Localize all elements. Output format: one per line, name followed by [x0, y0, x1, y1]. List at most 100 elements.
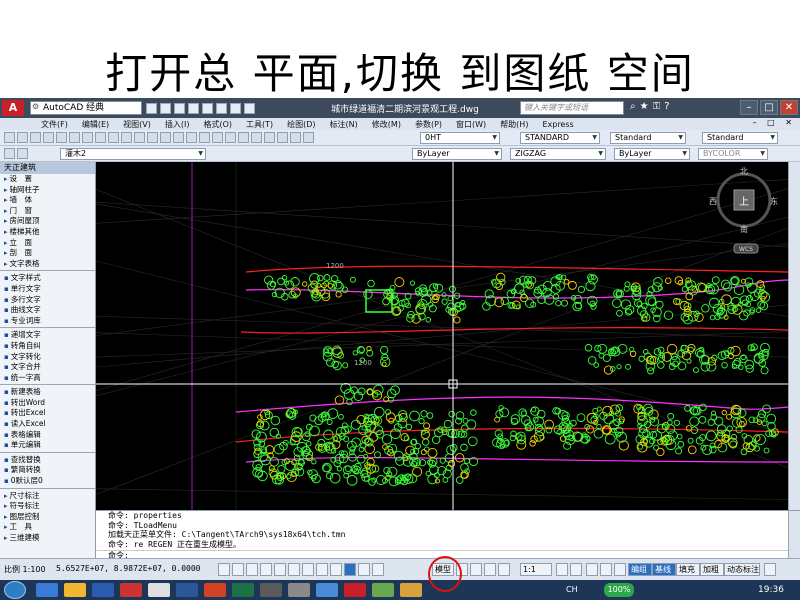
table-style-select[interactable]: Standard [702, 132, 778, 144]
taskbar-app-icon[interactable] [400, 583, 422, 597]
minimize-button[interactable]: – [740, 100, 758, 115]
auto-scale-icon[interactable] [570, 563, 582, 576]
panel-item[interactable]: ▸ 图层控制 [0, 512, 95, 523]
panel-item[interactable]: ▸ 墙 体 [0, 195, 95, 206]
lock-icon[interactable] [600, 563, 612, 576]
start-button[interactable] [4, 581, 26, 599]
workspace-icon[interactable] [586, 563, 598, 576]
menu-file[interactable]: 文件(F) [34, 119, 75, 130]
folder-icon[interactable] [64, 583, 86, 597]
menu-format[interactable]: 格式(O) [196, 119, 239, 130]
close-button[interactable]: ✕ [780, 100, 798, 115]
grid-toggle[interactable] [232, 563, 244, 576]
tool-palette-icon[interactable] [238, 132, 249, 143]
color-select[interactable]: ByLayer [412, 148, 502, 160]
panel-item[interactable]: ▸ 尺寸标注 [0, 491, 95, 502]
paste-icon[interactable] [108, 132, 119, 143]
menu-view[interactable]: 视图(V) [116, 119, 158, 130]
lineweight-select[interactable]: ByLayer [614, 148, 690, 160]
text-style-select[interactable]: STANDARD [520, 132, 600, 144]
menu-edit[interactable]: 编辑(E) [75, 119, 116, 130]
zoom-realtime-icon[interactable] [173, 132, 184, 143]
scale-indicator[interactable]: 比例 1:100 [4, 564, 46, 575]
panel-item[interactable]: ▸ 三维建模 [0, 533, 95, 544]
baseline-toggle[interactable]: 基线 [652, 563, 676, 576]
mdi-controls[interactable]: – □ ✕ [753, 118, 796, 127]
osnap-toggle[interactable] [274, 563, 286, 576]
panel-item[interactable]: ▪ 表格编辑 [0, 430, 95, 441]
qp-toggle[interactable] [358, 563, 370, 576]
panel-item[interactable]: ▸ 轴网柱子 [0, 185, 95, 196]
design-center-icon[interactable] [225, 132, 236, 143]
dim-style-select[interactable]: Standard [610, 132, 686, 144]
taskbar-app-icon[interactable] [316, 583, 338, 597]
key-icon[interactable]: ⚿ [653, 101, 661, 112]
panel-item[interactable]: ▸ 符号标注 [0, 501, 95, 512]
star-icon[interactable]: ★ [640, 101, 649, 112]
panel-item[interactable]: ▪ 新建表格 [0, 387, 95, 398]
calc-icon[interactable] [277, 132, 288, 143]
workspace-select[interactable]: AutoCAD 经典 [30, 101, 142, 115]
command-window[interactable]: 命令: properties 命令: TLoadMenu 加载天正菜单文件: C… [96, 510, 800, 560]
drawing-canvas[interactable]: 1200 1200 上 北 南 东 西 WCS [96, 162, 788, 510]
isolate-icon[interactable] [614, 563, 626, 576]
copy-icon[interactable] [95, 132, 106, 143]
dynamic-dim-toggle[interactable]: 动态标注 [724, 563, 760, 576]
plot-icon[interactable] [43, 132, 54, 143]
taskbar-app-icon[interactable] [260, 583, 282, 597]
publish-icon[interactable] [69, 132, 80, 143]
clean-screen-icon[interactable] [764, 563, 776, 576]
undo-icon[interactable] [202, 102, 213, 114]
panel-item[interactable]: ▸ 楼梯其他 [0, 227, 95, 238]
panel-item[interactable]: ▪ 转出Word [0, 398, 95, 409]
layout2-button[interactable] [470, 563, 482, 576]
preview-icon[interactable] [56, 132, 67, 143]
polar-toggle[interactable] [260, 563, 272, 576]
menu-tools[interactable]: 工具(T) [239, 119, 280, 130]
layer-manager-icon[interactable] [4, 148, 15, 159]
panel-item[interactable]: ▸ 立 面 [0, 238, 95, 249]
ortho-toggle[interactable] [246, 563, 258, 576]
panel-item[interactable]: ▪ 单行文字 [0, 284, 95, 295]
menu-parametric[interactable]: 参数(P) [408, 119, 449, 130]
panel-item[interactable]: ▪ 查找替换 [0, 455, 95, 466]
current-layer-select[interactable]: 灌木2 [60, 148, 206, 160]
autocad-logo-icon[interactable]: A [2, 100, 24, 116]
print-icon[interactable] [230, 102, 241, 114]
binoculars-icon[interactable]: ⌕ [630, 101, 636, 112]
panel-item[interactable]: ▸ 剖 面 [0, 248, 95, 259]
menu-dimension[interactable]: 标注(N) [323, 119, 365, 130]
taskbar-app-icon[interactable] [36, 583, 58, 597]
command-scrollbar[interactable] [788, 511, 800, 559]
open-icon[interactable] [17, 132, 28, 143]
viewcube[interactable]: 上 北 南 东 西 WCS [709, 167, 778, 254]
ducs-toggle[interactable] [302, 563, 314, 576]
taskbar-app-icon[interactable] [288, 583, 310, 597]
menu-draw[interactable]: 绘图(D) [280, 119, 322, 130]
taskbar-app-icon[interactable] [120, 583, 142, 597]
save-icon[interactable] [174, 102, 185, 114]
pan-icon[interactable] [160, 132, 171, 143]
panel-item[interactable]: ▪ 递增文字 [0, 330, 95, 341]
panel-item[interactable]: ▸ 工 具 [0, 522, 95, 533]
panel-item[interactable]: ▸ 门 窗 [0, 206, 95, 217]
menu-window[interactable]: 窗口(W) [449, 119, 493, 130]
panel-item[interactable]: ▪ 读入Excel [0, 419, 95, 430]
snap-toggle[interactable] [218, 563, 230, 576]
lightbulb-icon[interactable] [17, 148, 28, 159]
save-icon[interactable] [30, 132, 41, 143]
maximize-button[interactable]: □ [760, 100, 778, 115]
quickview-layouts-button[interactable] [498, 563, 510, 576]
layer-combo[interactable]: 0HT [420, 132, 500, 144]
panel-item[interactable]: ▸ 房间屋顶 [0, 216, 95, 227]
tpy-toggle[interactable] [344, 563, 356, 576]
undo-icon[interactable] [134, 132, 145, 143]
panel-item[interactable]: ▸ 设 置 [0, 174, 95, 185]
clock[interactable]: 19:36 [758, 585, 784, 595]
dyn-toggle[interactable] [316, 563, 328, 576]
search-input[interactable]: 键入关键字或短语 [520, 101, 624, 115]
layer-props-icon[interactable] [303, 132, 314, 143]
input-language[interactable]: CH [566, 585, 578, 594]
quickview-drawings-button[interactable] [484, 563, 496, 576]
panel-item[interactable]: ▪ 单元编辑 [0, 440, 95, 451]
